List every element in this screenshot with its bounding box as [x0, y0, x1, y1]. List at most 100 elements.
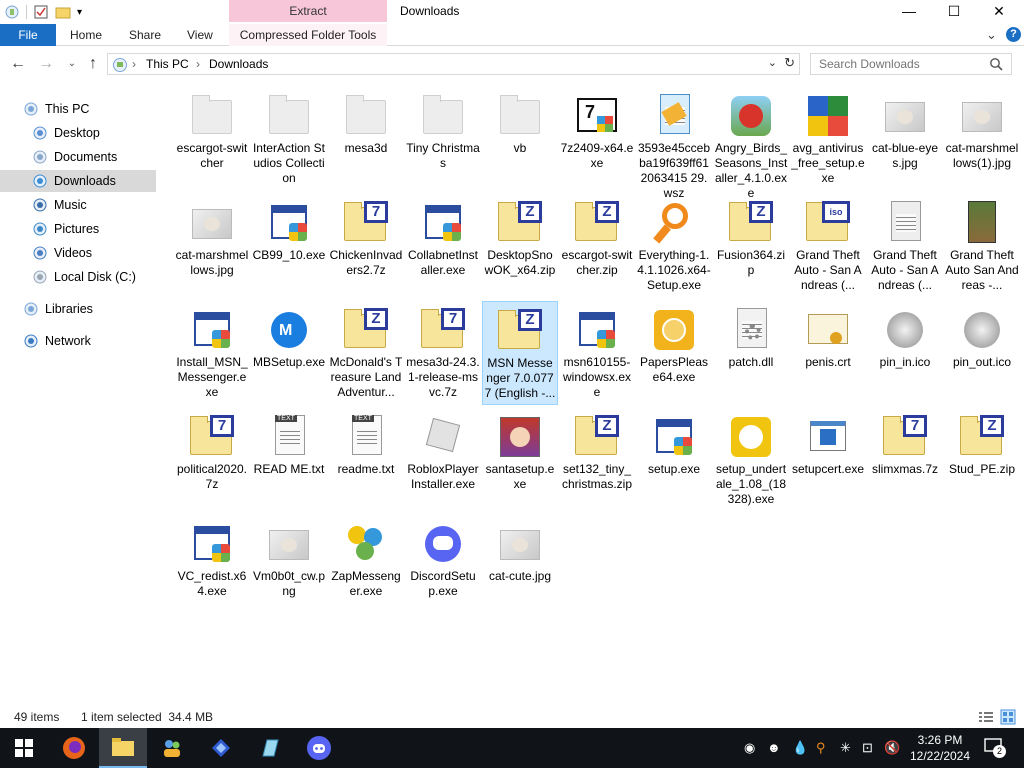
file-item[interactable]: Angry_Birds_Seasons_Installer_4.1.0.exe: [713, 87, 789, 200]
file-item[interactable]: ZapMessenger.exe: [328, 515, 404, 619]
back-arrow-icon[interactable]: ←: [8, 54, 28, 74]
tab-home[interactable]: Home: [70, 24, 102, 46]
file-item[interactable]: Z MSN Messenger 7.0.0777 (English -...: [482, 301, 558, 405]
volume-muted-icon[interactable]: 🔇: [884, 740, 900, 756]
file-item[interactable]: santasetup.exe: [482, 408, 558, 512]
file-item[interactable]: 7 political2020.7z: [174, 408, 250, 512]
file-item[interactable]: Z DesktopSnowOK_x64.zip: [482, 194, 558, 298]
sidebar-item-documents[interactable]: Documents: [0, 146, 156, 168]
tab-view[interactable]: View: [187, 24, 213, 46]
file-item[interactable]: cat-cute.jpg: [482, 515, 558, 619]
file-item[interactable]: TEXT READ ME.txt: [251, 408, 327, 512]
file-item[interactable]: iso Grand Theft Auto - San Andreas (...: [790, 194, 866, 298]
file-item[interactable]: mesa3d: [328, 87, 404, 191]
taskbar-discord[interactable]: [295, 728, 343, 768]
start-button[interactable]: [0, 728, 48, 768]
close-button[interactable]: ✕: [976, 0, 1022, 24]
expand-ribbon-icon[interactable]: ⌄: [986, 24, 997, 46]
file-item[interactable]: Grand Theft Auto - San Andreas (...: [867, 194, 943, 298]
file-item[interactable]: 7 mesa3d-24.3.1-release-msvc.7z: [405, 301, 481, 405]
file-item[interactable]: 7 7z2409-x64.exe: [559, 87, 635, 191]
file-item[interactable]: setup.exe: [636, 408, 712, 512]
refresh-icon[interactable]: ↻: [784, 55, 795, 71]
up-arrow-icon[interactable]: ↑: [83, 54, 103, 74]
everything-tray-icon[interactable]: ⚲: [816, 740, 826, 756]
sidebar-item-downloads[interactable]: Downloads: [0, 170, 156, 192]
droplet-tray-icon[interactable]: 💧: [792, 740, 808, 756]
file-item[interactable]: M MBSetup.exe: [251, 301, 327, 405]
forward-arrow-icon[interactable]: →: [36, 54, 56, 74]
file-item[interactable]: vb: [482, 87, 558, 191]
customize-qa-icon[interactable]: ▾: [77, 7, 82, 18]
file-item[interactable]: Z Fusion364.zip: [713, 194, 789, 298]
file-item[interactable]: TEXT readme.txt: [328, 408, 404, 512]
tab-file[interactable]: File: [0, 24, 56, 46]
file-item[interactable]: Tiny Christmas: [405, 87, 481, 191]
sidebar-item-pictures[interactable]: Pictures: [0, 218, 156, 240]
file-item[interactable]: cat-marshmellows.jpg: [174, 194, 250, 298]
properties-icon[interactable]: [33, 4, 49, 20]
file-item[interactable]: escargot-switcher: [174, 87, 250, 191]
file-item[interactable]: msn610155-windowsx.exe: [559, 301, 635, 405]
file-item[interactable]: penis.crt: [790, 301, 866, 405]
search-input[interactable]: [811, 54, 981, 74]
file-item[interactable]: CollabnetInstaller.exe: [405, 194, 481, 298]
taskbar-vs-app[interactable]: [197, 728, 245, 768]
file-item[interactable]: pin_in.ico: [867, 301, 943, 405]
file-item[interactable]: Zset132_tiny_christmas.zip: [559, 408, 635, 512]
file-item[interactable]: DiscordSetup.exe: [405, 515, 481, 619]
file-item[interactable]: Z McDonald's Treasure Land Adventur...: [328, 301, 404, 405]
file-item[interactable]: RobloxPlayerInstaller.exe: [405, 408, 481, 512]
file-item[interactable]: Everything-1.4.1.1026.x64-Setup.exe: [636, 194, 712, 298]
file-item[interactable]: Grand Theft Auto San Andreas -...: [944, 194, 1020, 298]
file-item[interactable]: setupcert.exe: [790, 408, 866, 512]
details-view-icon[interactable]: [978, 710, 994, 724]
help-icon[interactable]: ?: [1006, 27, 1021, 42]
file-item[interactable]: pin_out.ico: [944, 301, 1020, 405]
notification-center-button[interactable]: 2: [984, 738, 1006, 759]
sidebar-item-videos[interactable]: Videos: [0, 242, 156, 264]
sidebar-item-this-pc[interactable]: This PC: [0, 98, 156, 120]
taskbar-people-app[interactable]: [148, 728, 196, 768]
sidebar-item-libraries[interactable]: Libraries: [0, 298, 156, 320]
search-box[interactable]: [810, 53, 1012, 75]
file-item[interactable]: CB99_10.exe: [251, 194, 327, 298]
file-item[interactable]: setup_undertale_1.08_(18328).exe: [713, 408, 789, 512]
file-item[interactable]: 7 slimxmas.7z: [867, 408, 943, 512]
taskbar-file-explorer[interactable]: [99, 728, 147, 768]
sidebar-item-network[interactable]: Network: [0, 330, 156, 352]
recent-locations-chevron-icon[interactable]: ⌄: [62, 54, 82, 74]
file-item[interactable]: PapersPlease64.exe: [636, 301, 712, 405]
file-item[interactable]: InterAction Studios Collection: [251, 87, 327, 191]
file-item[interactable]: patch.dll: [713, 301, 789, 405]
maximize-button[interactable]: ☐: [931, 0, 977, 24]
file-item[interactable]: Zescargot-switcher.zip: [559, 194, 635, 298]
tab-compressed-folder-tools[interactable]: Compressed Folder Tools: [229, 24, 387, 46]
large-icons-view-icon[interactable]: [1000, 709, 1016, 725]
sidebar-item-desktop[interactable]: Desktop: [0, 122, 156, 144]
clock[interactable]: 3:26 PM 12/22/2024: [908, 732, 972, 764]
file-item[interactable]: cat-marshmellows(1).jpg: [944, 87, 1020, 191]
new-folder-icon[interactable]: [55, 4, 71, 20]
snow-tray-icon[interactable]: ✳: [840, 740, 851, 756]
file-item[interactable]: 3593e45ccebba19f639ff612063415 29.wsz: [636, 87, 712, 200]
file-item[interactable]: Z Stud_PE.zip: [944, 408, 1020, 512]
breadcrumb-this-pc[interactable]: This PC: [146, 57, 189, 71]
file-item[interactable]: Vm0b0t_cw.png: [251, 515, 327, 619]
minimize-button[interactable]: —: [886, 0, 932, 24]
file-item[interactable]: 7 ChickenInvaders2.7z: [328, 194, 404, 298]
sidebar-item-local-disk-c[interactable]: Local Disk (C:): [0, 266, 156, 288]
taskbar-firefox[interactable]: [50, 728, 98, 768]
address-bar[interactable]: › This PC › Downloads ⌄ ↻: [107, 53, 800, 75]
file-item[interactable]: cat-blue-eyes.jpg: [867, 87, 943, 191]
taskbar-notepad-app[interactable]: [246, 728, 294, 768]
file-item[interactable]: VC_redist.x64.exe: [174, 515, 250, 619]
tab-share[interactable]: Share: [129, 24, 161, 46]
network-tray-icon[interactable]: ⊡: [862, 740, 873, 756]
explorer-app-icon[interactable]: [4, 4, 20, 20]
discord-tray-icon[interactable]: ◉: [744, 740, 755, 756]
file-item[interactable]: Install_MSN_Messenger.exe: [174, 301, 250, 405]
sidebar-item-music[interactable]: Music: [0, 194, 156, 216]
address-dropdown-icon[interactable]: ⌄: [768, 56, 777, 69]
file-item[interactable]: avg_antivirus_free_setup.exe: [790, 87, 866, 191]
